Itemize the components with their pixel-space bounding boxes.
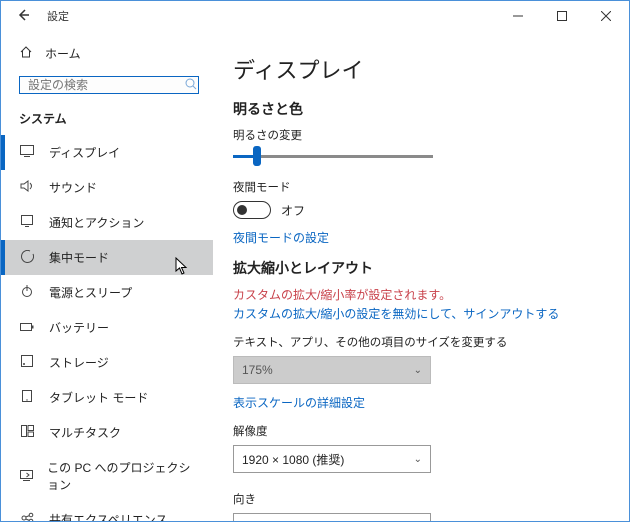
back-button[interactable] [13, 8, 33, 25]
section-scale-title: 拡大縮小とレイアウト [233, 258, 609, 278]
minimize-button[interactable] [496, 1, 540, 31]
night-light-state: オフ [281, 202, 305, 219]
toggle-knob [237, 205, 247, 215]
main-panel: ディスプレイ 明るさと色 明るさの変更 夜間モード オフ 夜間モードの設定 拡大… [213, 31, 629, 521]
arrow-left-icon [16, 8, 30, 22]
search-input[interactable] [26, 77, 185, 93]
slider-track [233, 155, 433, 158]
chevron-down-icon: ⌄ [414, 454, 422, 465]
scale-label: テキスト、アプリ、その他の項目のサイズを変更する [233, 334, 609, 350]
sidebar-item-label: バッテリー [49, 319, 109, 336]
section-brightness-title: 明るさと色 [233, 99, 609, 119]
shared-icon [19, 512, 35, 521]
window-title: 設定 [47, 8, 69, 24]
sidebar-item-label: ディスプレイ [49, 144, 120, 161]
maximize-icon [557, 11, 567, 21]
orientation-label: 向き [233, 491, 609, 507]
sidebar-item-display[interactable]: ディスプレイ [1, 135, 213, 170]
sidebar-item-storage[interactable]: ストレージ [1, 345, 213, 380]
tablet-icon [19, 390, 35, 405]
nav-list: ディスプレイ サウンド 通知とアクション 集中モード 電源とスリープ [1, 135, 213, 521]
scale-value: 175% [242, 363, 273, 377]
sidebar-item-label: この PC へのプロジェクション [47, 459, 195, 493]
custom-scale-warning: カスタムの拡大/縮小率が設定されます。 [233, 286, 609, 303]
focus-assist-icon [19, 250, 35, 266]
notifications-icon [19, 215, 35, 230]
display-icon [19, 145, 35, 160]
close-button[interactable] [584, 1, 628, 31]
search-icon [185, 78, 197, 93]
sidebar-item-label: 電源とスリープ [49, 284, 132, 301]
disable-custom-scale-link[interactable]: カスタムの拡大/縮小の設定を無効にして、サインアウトする [233, 305, 609, 322]
sound-icon [19, 180, 35, 195]
resolution-combobox[interactable]: 1920 × 1080 (推奨) ⌄ [233, 445, 431, 473]
close-icon [601, 11, 611, 21]
orientation-combobox[interactable]: 横 ⌄ [233, 513, 431, 521]
category-label: システム [1, 104, 213, 135]
minimize-icon [513, 11, 523, 21]
sidebar-item-label: サウンド [49, 179, 97, 196]
sidebar-item-label: 集中モード [49, 249, 109, 266]
sidebar-item-label: マルチタスク [49, 424, 121, 441]
sidebar-item-label: 共有エクスペリエンス [49, 511, 168, 521]
sidebar-item-power[interactable]: 電源とスリープ [1, 275, 213, 310]
maximize-button[interactable] [540, 1, 584, 31]
slider-thumb[interactable] [253, 146, 261, 166]
brightness-label: 明るさの変更 [233, 127, 609, 143]
sidebar-item-tablet[interactable]: タブレット モード [1, 380, 213, 415]
search-box[interactable] [19, 76, 199, 94]
sidebar-item-shared[interactable]: 共有エクスペリエンス [1, 502, 213, 521]
scale-advanced-link[interactable]: 表示スケールの詳細設定 [233, 394, 609, 411]
sidebar-item-battery[interactable]: バッテリー [1, 310, 213, 345]
battery-icon [19, 320, 35, 335]
sidebar-item-label: ストレージ [49, 354, 109, 371]
multitask-icon [19, 425, 35, 440]
titlebar: 設定 [1, 1, 629, 31]
projection-icon [19, 469, 33, 484]
sidebar-item-projection[interactable]: この PC へのプロジェクション [1, 450, 213, 502]
resolution-label: 解像度 [233, 423, 609, 439]
sidebar-item-label: 通知とアクション [49, 214, 144, 231]
resolution-value: 1920 × 1080 (推奨) [242, 451, 344, 468]
sidebar-item-focus-assist[interactable]: 集中モード [1, 240, 213, 275]
night-light-label: 夜間モード [233, 179, 609, 195]
power-icon [19, 285, 35, 300]
sidebar-item-label: タブレット モード [49, 389, 148, 406]
orientation-value: 横 [242, 519, 254, 522]
page-title: ディスプレイ [233, 53, 609, 85]
storage-icon [19, 355, 35, 370]
night-light-settings-link[interactable]: 夜間モードの設定 [233, 229, 609, 246]
home-button[interactable]: ホーム [1, 37, 213, 70]
chevron-down-icon: ⌄ [414, 365, 422, 376]
home-label: ホーム [45, 45, 81, 62]
sidebar-item-notifications[interactable]: 通知とアクション [1, 205, 213, 240]
scale-combobox: 175% ⌄ [233, 356, 431, 384]
home-icon [19, 45, 33, 62]
night-light-toggle[interactable] [233, 201, 271, 219]
sidebar-item-sound[interactable]: サウンド [1, 170, 213, 205]
brightness-slider[interactable] [233, 149, 433, 165]
sidebar-item-multitask[interactable]: マルチタスク [1, 415, 213, 450]
sidebar: ホーム システム ディスプレイ サウンド 通知とアクション [1, 31, 213, 521]
